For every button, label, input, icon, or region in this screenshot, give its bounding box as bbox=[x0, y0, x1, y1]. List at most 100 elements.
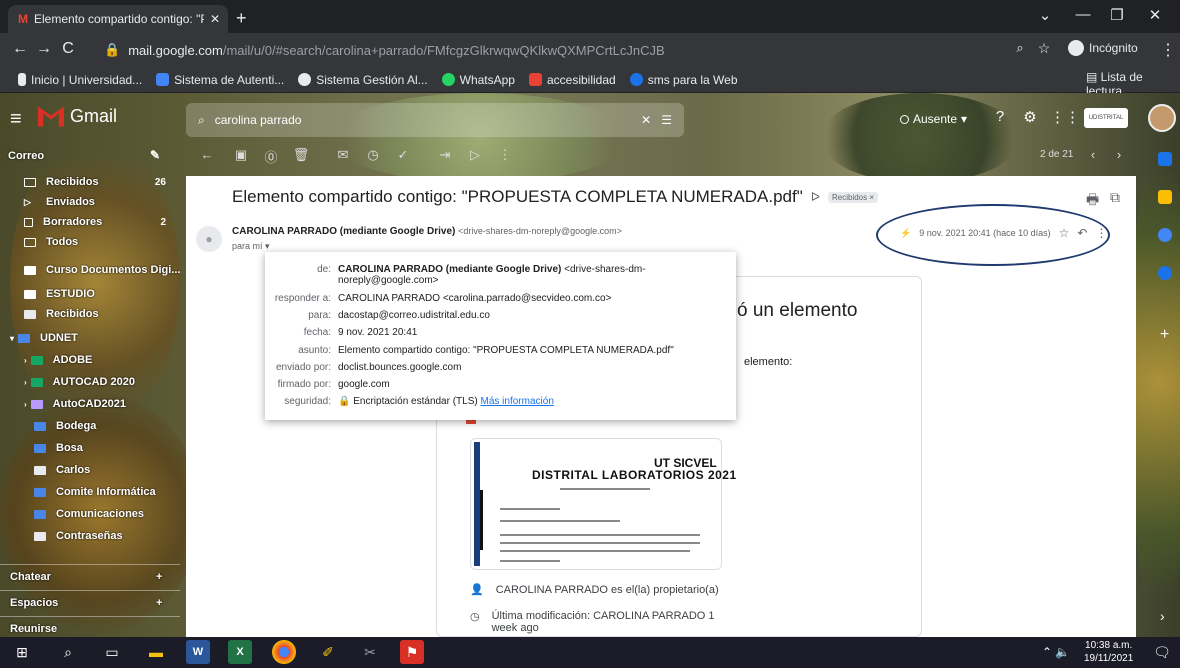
sidebar-section-mail[interactable]: Correo bbox=[8, 150, 44, 162]
sidebar-section-chat[interactable]: Chatear + bbox=[0, 564, 180, 583]
acrobat-icon[interactable]: ⚑ bbox=[400, 640, 424, 664]
apps-grid-icon[interactable]: ⋮⋮ bbox=[1050, 108, 1080, 126]
more-actions-icon[interactable]: ⋮ bbox=[496, 147, 514, 163]
address-bar[interactable]: 🔒 mail.google.com/mail/u/0/#search/carol… bbox=[104, 38, 1004, 62]
report-spam-icon[interactable]: ⓪ bbox=[262, 147, 280, 166]
account-avatar[interactable] bbox=[1148, 104, 1176, 132]
pencil-app-icon[interactable]: ✐ bbox=[316, 640, 340, 664]
delete-icon[interactable]: 🗑 bbox=[292, 147, 310, 163]
system-tray[interactable]: ⌃ 🔈 bbox=[1042, 645, 1070, 659]
move-to-icon[interactable]: ⇥ bbox=[436, 147, 454, 163]
labels-icon[interactable]: ▷ bbox=[466, 147, 484, 163]
print-icon[interactable]: 🖶 bbox=[1086, 189, 1099, 213]
windows-start-icon[interactable]: ⊞ bbox=[10, 640, 34, 664]
tasks-icon[interactable] bbox=[1158, 228, 1172, 242]
calendar-icon[interactable] bbox=[1158, 152, 1172, 166]
expand-panel-icon[interactable]: › bbox=[1160, 608, 1165, 624]
incognito-indicator[interactable]: Incógnito bbox=[1068, 40, 1138, 56]
keep-icon[interactable] bbox=[1158, 190, 1172, 204]
status-dropdown[interactable]: Ausente ▾ bbox=[900, 112, 967, 126]
compose-pencil-icon[interactable]: ✎ bbox=[150, 148, 160, 162]
search-input[interactable]: carolina parrado bbox=[215, 113, 631, 127]
forward-icon[interactable]: → bbox=[34, 40, 54, 58]
learn-more-link[interactable]: Más información bbox=[481, 396, 554, 407]
search-icon[interactable]: ⌕ bbox=[198, 113, 205, 128]
browser-tab[interactable]: M Elemento compartido contigo: "P ✕ bbox=[8, 5, 228, 33]
speaker-icon[interactable]: 🔈 bbox=[1055, 645, 1070, 659]
search-bar[interactable]: ⌕ carolina parrado ✕ ☰ bbox=[186, 103, 684, 137]
notifications-icon[interactable]: 🗨 bbox=[1150, 640, 1174, 664]
sidebar-label-item[interactable]: › AutoCAD2021 bbox=[0, 394, 180, 414]
contacts-icon[interactable] bbox=[1158, 266, 1172, 280]
label-chip[interactable]: Recibidos × bbox=[828, 191, 879, 203]
back-to-search-icon[interactable]: ← bbox=[198, 147, 216, 162]
expand-arrow-icon[interactable]: ▾ bbox=[10, 334, 14, 343]
search-options-icon[interactable]: ☰ bbox=[661, 113, 672, 127]
gmail-logo[interactable]: Gmail bbox=[38, 106, 117, 127]
bookmark-item[interactable]: Inicio | Universidad... bbox=[18, 73, 142, 87]
expand-arrow-icon[interactable]: › bbox=[24, 356, 27, 365]
previous-email-icon[interactable]: ‹ bbox=[1084, 147, 1102, 162]
sidebar-item-drafts[interactable]: Borradores 2 bbox=[0, 212, 180, 232]
sidebar-label-item[interactable]: Comite Informática bbox=[0, 482, 180, 502]
settings-gear-icon[interactable]: ⚙ bbox=[1020, 108, 1040, 126]
add-addon-icon[interactable]: + bbox=[1160, 326, 1169, 344]
taskbar-clock[interactable]: 10:38 a.m. 19/11/2021 bbox=[1084, 639, 1133, 665]
snipping-tool-icon[interactable]: ✂ bbox=[358, 640, 382, 664]
minimize-button[interactable]: — bbox=[1068, 6, 1098, 23]
sidebar-label-item[interactable]: ESTUDIO bbox=[0, 284, 180, 304]
sidebar-label-item[interactable]: Recibidos bbox=[0, 304, 180, 324]
browser-menu-icon[interactable]: ⋮ bbox=[1158, 40, 1178, 60]
bookmark-star-icon[interactable]: ☆ bbox=[1034, 40, 1054, 57]
sidebar-label-item[interactable]: › AUTOCAD 2020 bbox=[0, 372, 180, 392]
importance-marker-icon[interactable]: ᐅ bbox=[811, 190, 820, 204]
open-new-window-icon[interactable]: ⧉ bbox=[1110, 189, 1120, 206]
sidebar-label-item[interactable]: Contraseñas bbox=[0, 526, 180, 546]
sidebar-label-item[interactable]: ▾ UDNET bbox=[0, 328, 180, 348]
clear-search-icon[interactable]: ✕ bbox=[641, 113, 651, 127]
task-view-icon[interactable]: ▭ bbox=[100, 640, 124, 664]
sidebar-label-item[interactable]: Bosa bbox=[0, 438, 180, 458]
help-icon[interactable]: ? bbox=[990, 108, 1010, 125]
add-task-icon[interactable]: ✓ bbox=[394, 147, 412, 163]
sidebar-label-item[interactable]: Bodega bbox=[0, 416, 180, 436]
bookmark-item[interactable]: sms para la Web bbox=[629, 73, 738, 87]
sidebar-label-item[interactable]: Comunicaciones bbox=[0, 504, 180, 524]
bookmark-item[interactable]: Sistema Gestión Al... bbox=[298, 73, 428, 87]
close-tab-icon[interactable]: ✕ bbox=[210, 12, 228, 26]
bookmark-item[interactable]: accesibilidad bbox=[528, 73, 616, 87]
back-icon[interactable]: ← bbox=[10, 40, 30, 58]
archive-icon[interactable]: ▣ bbox=[232, 147, 250, 163]
bookmark-item[interactable]: Sistema de Autenti... bbox=[156, 73, 284, 87]
snooze-icon[interactable]: ◷ bbox=[364, 147, 382, 163]
next-email-icon[interactable]: › bbox=[1110, 147, 1128, 162]
bookmark-item[interactable]: WhatsApp bbox=[441, 73, 515, 87]
sidebar-item-inbox[interactable]: Recibidos 26 bbox=[0, 172, 180, 192]
sidebar-section-spaces[interactable]: Espacios + bbox=[0, 590, 180, 609]
tab-search-icon[interactable]: ⌄ bbox=[1030, 6, 1060, 24]
sidebar-section-meet[interactable]: Reunirse bbox=[0, 616, 180, 635]
word-icon[interactable]: W bbox=[186, 640, 210, 664]
sidebar-label-item[interactable]: Carlos bbox=[0, 460, 180, 480]
restore-button[interactable]: ❐ bbox=[1102, 6, 1132, 24]
sidebar-label-item[interactable]: › ADOBE bbox=[0, 350, 180, 370]
sidebar-item-all-mail[interactable]: Todos bbox=[0, 232, 180, 252]
recipient-toggle[interactable]: para mí ▾ bbox=[232, 241, 270, 252]
add-space-icon[interactable]: + bbox=[156, 597, 162, 609]
expand-arrow-icon[interactable]: › bbox=[24, 400, 27, 409]
close-window-button[interactable]: ✕ bbox=[1140, 6, 1170, 24]
organization-logo[interactable]: UDISTRITAL bbox=[1084, 108, 1128, 128]
expand-arrow-icon[interactable]: › bbox=[24, 378, 27, 387]
file-explorer-icon[interactable]: ▬ bbox=[144, 640, 168, 664]
sidebar-label-item[interactable]: Curso Documentos Digi... bbox=[0, 260, 180, 280]
zoom-icon[interactable]: ⌕ bbox=[1010, 40, 1030, 56]
chevron-up-icon[interactable]: ⌃ bbox=[1042, 645, 1052, 659]
add-chat-icon[interactable]: + bbox=[156, 571, 162, 583]
chrome-icon[interactable] bbox=[272, 640, 296, 664]
excel-icon[interactable]: X bbox=[228, 640, 252, 664]
main-menu-icon[interactable]: ≡ bbox=[10, 108, 22, 131]
taskbar-search-icon[interactable]: ⌕ bbox=[56, 640, 80, 664]
sidebar-item-sent[interactable]: ▷ Enviados bbox=[0, 192, 180, 212]
reload-icon[interactable]: C bbox=[58, 40, 78, 58]
new-tab-button[interactable]: + bbox=[236, 8, 247, 29]
